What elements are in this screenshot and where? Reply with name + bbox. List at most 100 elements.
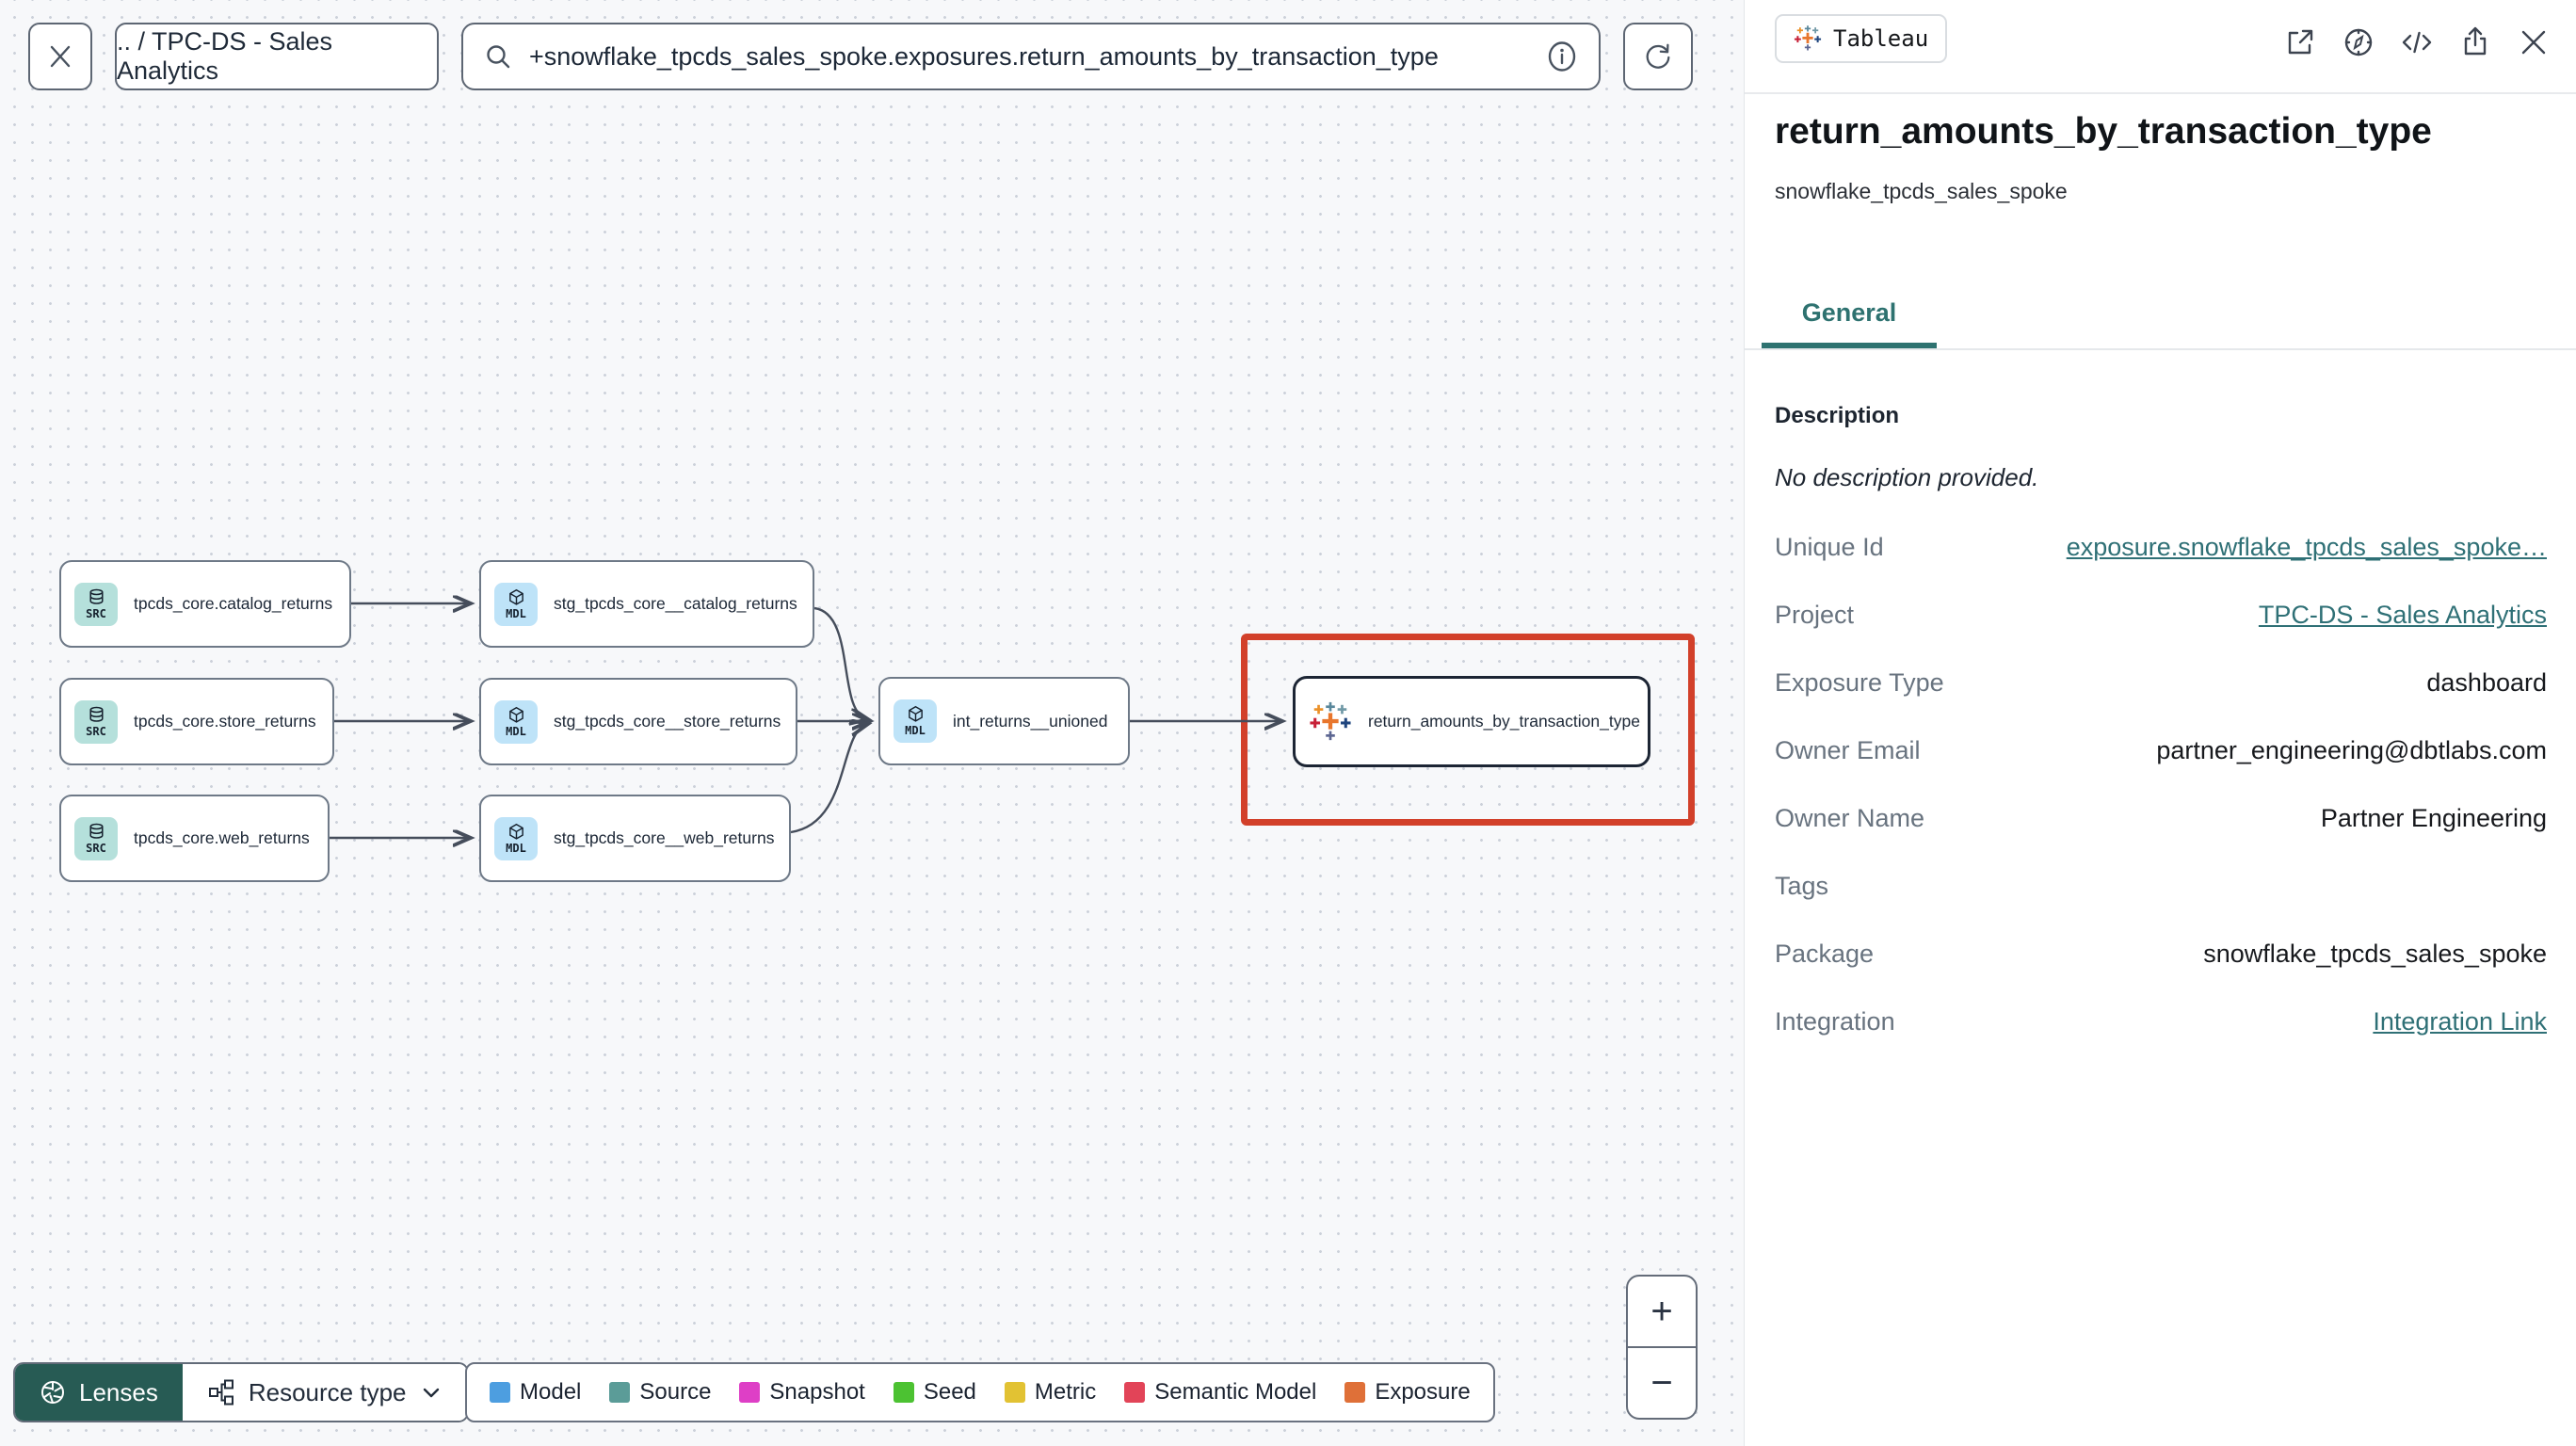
legend-label: Semantic Model: [1154, 1379, 1317, 1405]
row-label: Exposure Type: [1775, 667, 1944, 697]
node-label: int_returns__unioned: [953, 711, 1108, 731]
legend-label: Metric: [1034, 1379, 1097, 1405]
tableau-badge-label: Tableau: [1833, 25, 1929, 52]
panel-tabs: General: [1745, 282, 2576, 350]
row-integration: Integration Integration Link: [1775, 988, 2547, 1055]
node-int-returns-unioned[interactable]: MDL int_returns__unioned: [878, 677, 1130, 765]
search-icon: [487, 45, 510, 69]
resource-type-icon: [208, 1379, 233, 1406]
seed-swatch: [893, 1382, 914, 1403]
legend-label: Exposure: [1375, 1379, 1471, 1405]
row-value: snowflake_tpcds_sales_spoke: [2203, 939, 2547, 968]
cube-icon: [508, 823, 523, 840]
tableau-icon: [1794, 25, 1822, 51]
chevron-down-icon: [423, 1388, 439, 1398]
node-source-web-returns[interactable]: SRC tpcds_core.web_returns: [59, 795, 330, 882]
exposure-swatch: [1344, 1382, 1366, 1403]
model-badge: MDL: [894, 699, 937, 743]
source-badge: SRC: [74, 582, 118, 626]
integration-link[interactable]: Integration Link: [2373, 1007, 2547, 1036]
project-link[interactable]: TPC-DS - Sales Analytics: [2259, 601, 2547, 630]
share-button[interactable]: [2455, 23, 2495, 62]
description-heading: Description: [1775, 403, 1900, 428]
resource-title: return_amounts_by_transaction_type: [1775, 111, 2432, 152]
node-label: stg_tpcds_core__store_returns: [554, 712, 781, 731]
database-icon: [89, 706, 104, 722]
breadcrumb-label: .. / TPC-DS - Sales Analytics: [117, 27, 333, 85]
close-graph-button[interactable]: [28, 23, 92, 90]
close-icon: [2521, 30, 2546, 55]
tab-general[interactable]: General: [1762, 282, 1937, 348]
close-panel-button[interactable]: [2514, 23, 2553, 62]
model-badge: MDL: [494, 816, 538, 860]
row-label: Integration: [1775, 1006, 1895, 1036]
lineage-search: [461, 23, 1601, 90]
unique-id-link[interactable]: exposure.snowflake_tpcds_sales_spoke…: [2067, 533, 2547, 562]
row-owner-email: Owner Email partner_engineering@dbtlabs.…: [1775, 716, 2547, 784]
row-value: partner_engineering@dbtlabs.com: [2156, 735, 2547, 764]
tableau-icon: [1310, 701, 1351, 740]
node-badge-label: SRC: [86, 724, 106, 738]
close-icon: [50, 45, 71, 68]
semantic-model-swatch: [1124, 1382, 1146, 1403]
row-unique-id: Unique Id exposure.snowflake_tpcds_sales…: [1775, 513, 2547, 581]
row-label: Owner Name: [1775, 803, 1925, 832]
row-label: Unique Id: [1775, 532, 1884, 561]
resource-package-subtitle: snowflake_tpcds_sales_spoke: [1775, 179, 2068, 203]
row-owner-name: Owner Name Partner Engineering: [1775, 784, 2547, 852]
canvas-controls: Lenses Resource type: [13, 1362, 469, 1422]
zoom-control: + −: [1626, 1275, 1698, 1420]
node-stg-catalog-returns[interactable]: MDL stg_tpcds_core__catalog_returns: [479, 560, 814, 648]
view-code-button[interactable]: [2397, 23, 2437, 62]
node-badge-label: MDL: [506, 606, 526, 620]
refresh-icon: [1646, 43, 1670, 69]
refresh-button[interactable]: [1623, 23, 1693, 90]
lenses-button[interactable]: Lenses: [15, 1364, 183, 1421]
node-stg-web-returns[interactable]: MDL stg_tpcds_core__web_returns: [479, 795, 791, 882]
row-label: Package: [1775, 939, 1875, 968]
tableau-badge[interactable]: Tableau: [1775, 14, 1948, 63]
model-badge: MDL: [494, 699, 538, 744]
node-label: return_amounts_by_transaction_type: [1368, 712, 1640, 731]
node-exposure-return-amounts[interactable]: return_amounts_by_transaction_type: [1293, 676, 1650, 767]
source-badge: SRC: [74, 699, 118, 744]
node-source-store-returns[interactable]: SRC tpcds_core.store_returns: [59, 678, 334, 765]
resource-type-dropdown[interactable]: Resource type: [182, 1364, 467, 1421]
row-value: dashboard: [2426, 667, 2547, 697]
lineage-canvas[interactable]: SRC tpcds_core.catalog_returns SRC tpcds…: [0, 0, 1744, 1446]
row-package: Package snowflake_tpcds_sales_spoke: [1775, 920, 2547, 988]
row-value: Partner Engineering: [2320, 803, 2547, 832]
zoom-in-button[interactable]: +: [1628, 1277, 1696, 1348]
row-exposure-type: Exposure Type dashboard: [1775, 649, 2547, 716]
panel-header: Tableau: [1745, 0, 2576, 94]
share-icon: [2464, 26, 2487, 56]
node-label: tpcds_core.store_returns: [134, 712, 316, 731]
open-external-button[interactable]: [2280, 23, 2320, 62]
compass-icon: [2344, 28, 2373, 56]
info-icon[interactable]: [1546, 40, 1578, 72]
legend-item-source: Source: [609, 1379, 711, 1406]
aperture-icon: [41, 1381, 64, 1404]
legend-item-snapshot: Snapshot: [739, 1379, 865, 1406]
code-icon: [2402, 31, 2432, 54]
search-input[interactable]: [527, 40, 1531, 72]
legend-label: Source: [639, 1379, 712, 1405]
row-label: Project: [1775, 600, 1855, 629]
row-project: Project TPC-DS - Sales Analytics: [1775, 581, 2547, 649]
legend-label: Model: [520, 1379, 582, 1405]
row-tags: Tags: [1775, 852, 2547, 920]
cube-icon: [508, 588, 523, 605]
lenses-label: Lenses: [79, 1377, 158, 1406]
node-stg-store-returns[interactable]: MDL stg_tpcds_core__store_returns: [479, 678, 797, 765]
resource-type-legend: Model Source Snapshot Seed Metric Semant…: [465, 1362, 1495, 1422]
node-badge-label: SRC: [86, 606, 106, 620]
zoom-out-button[interactable]: −: [1628, 1348, 1696, 1418]
node-badge-label: MDL: [506, 724, 526, 738]
node-source-catalog-returns[interactable]: SRC tpcds_core.catalog_returns: [59, 560, 351, 648]
explore-lineage-button[interactable]: [2339, 23, 2378, 62]
legend-label: Snapshot: [769, 1379, 865, 1405]
breadcrumb[interactable]: .. / TPC-DS - Sales Analytics: [115, 23, 439, 90]
row-label: Tags: [1775, 871, 1829, 900]
node-label: stg_tpcds_core__catalog_returns: [554, 594, 797, 613]
database-icon: [89, 588, 104, 604]
